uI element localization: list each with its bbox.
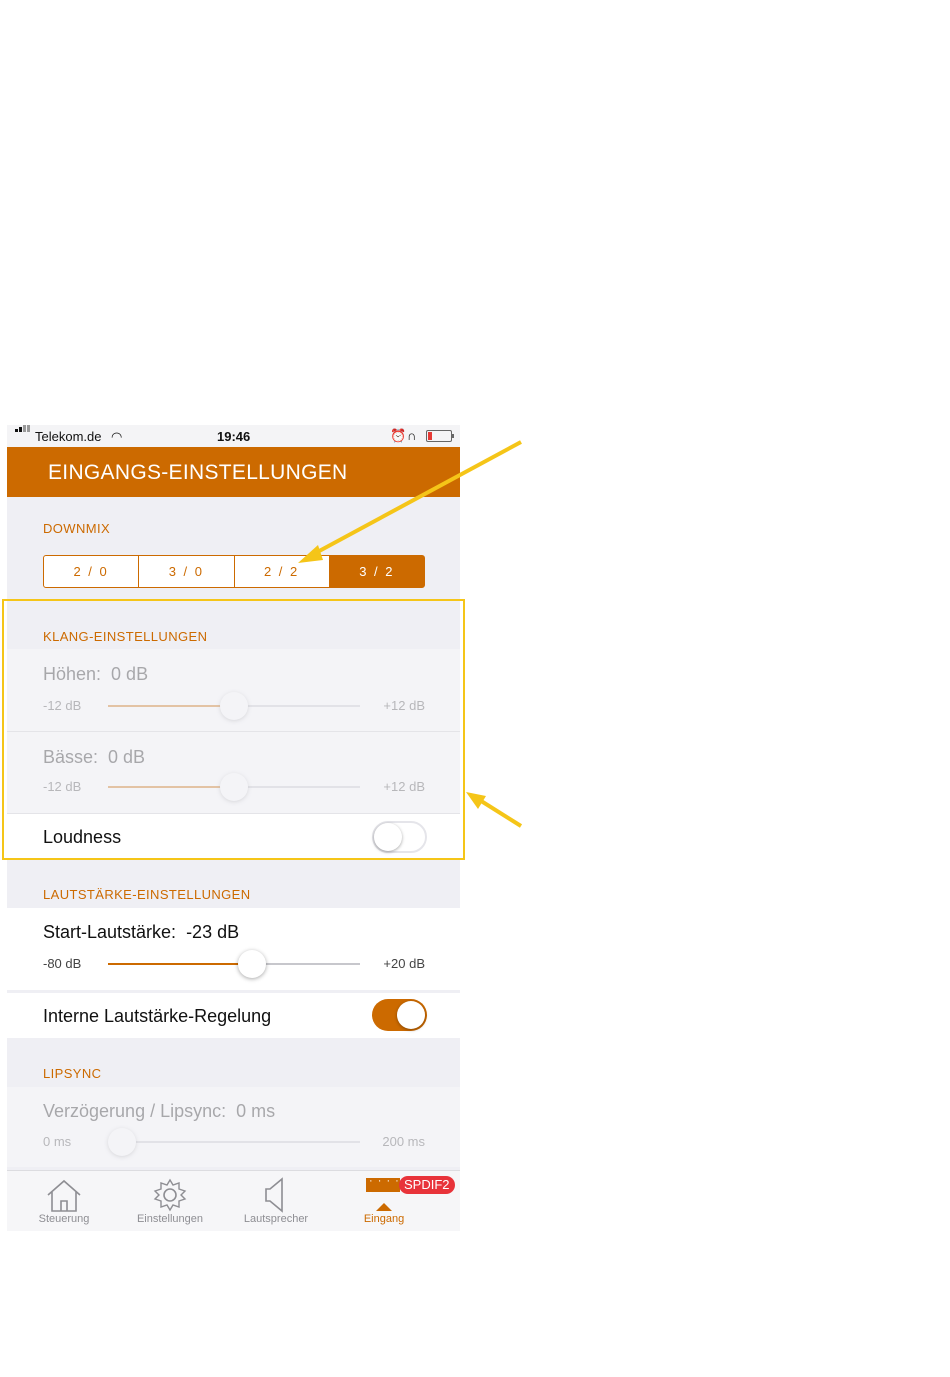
annotation-arrows bbox=[298, 440, 523, 828]
arrow-icon bbox=[466, 792, 523, 828]
arrow-icon bbox=[298, 440, 522, 563]
